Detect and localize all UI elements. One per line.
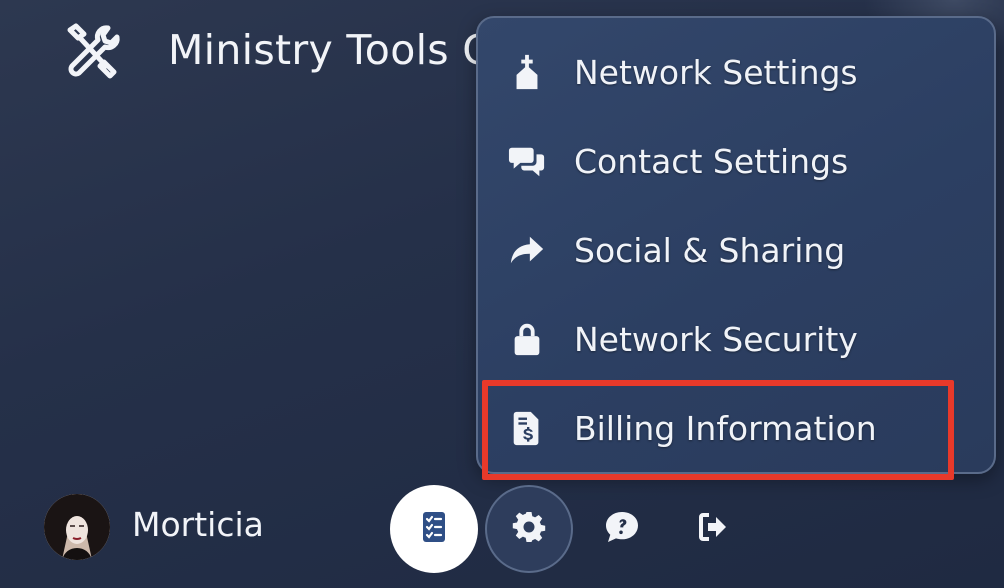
- menu-item-social-sharing[interactable]: Social & Sharing: [508, 220, 948, 280]
- lock-icon: [508, 316, 554, 362]
- tasks-button[interactable]: [390, 485, 478, 573]
- tools-wrench-screwdriver-icon[interactable]: [60, 22, 124, 82]
- menu-item-contact-settings[interactable]: Contact Settings: [508, 131, 948, 191]
- menu-item-network-settings[interactable]: Network Settings: [508, 42, 948, 102]
- church-icon: [508, 49, 554, 95]
- comments-icon: [508, 138, 554, 184]
- help-button[interactable]: [596, 503, 648, 555]
- sign-out-icon: [695, 508, 733, 550]
- app-title: Ministry Tools C: [168, 26, 492, 74]
- menu-item-label: Network Settings: [574, 52, 858, 92]
- logout-button[interactable]: [688, 503, 740, 555]
- menu-item-label: Network Security: [574, 319, 858, 359]
- settings-button[interactable]: [485, 485, 573, 573]
- share-arrow-icon: [508, 227, 554, 273]
- tasks-list-icon: [416, 509, 452, 549]
- user-avatar[interactable]: [44, 494, 110, 560]
- gear-icon: [511, 509, 547, 549]
- menu-item-label: Social & Sharing: [574, 230, 846, 270]
- billing-information-highlight: [482, 380, 954, 480]
- menu-item-label: Contact Settings: [574, 141, 849, 181]
- user-name[interactable]: Morticia: [132, 505, 264, 544]
- menu-item-network-security[interactable]: Network Security: [508, 309, 948, 369]
- question-comment-icon: [603, 508, 641, 550]
